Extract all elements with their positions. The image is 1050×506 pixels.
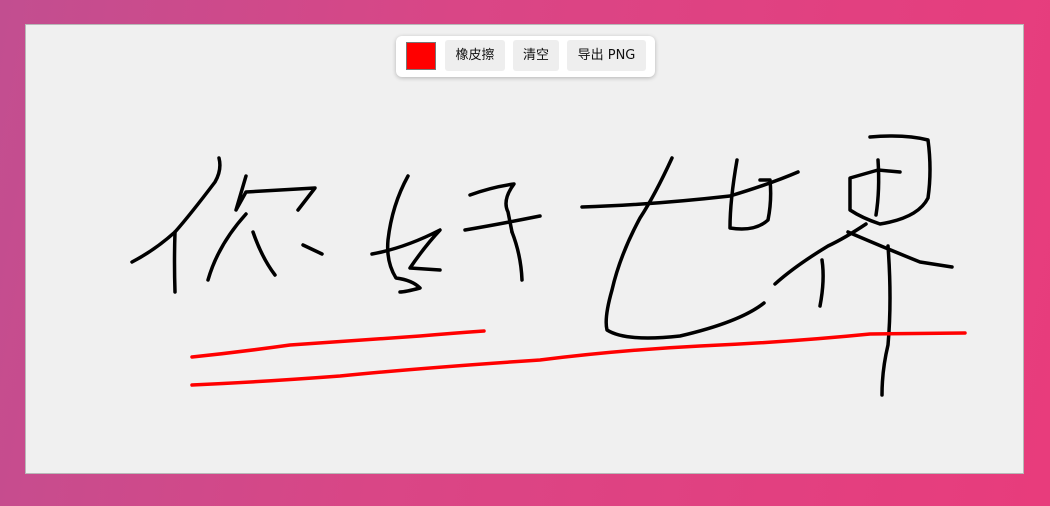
red-underline-strokes <box>190 329 967 387</box>
ink-stroke <box>848 134 932 226</box>
ink-stroke <box>301 243 324 256</box>
ink-stroke <box>234 174 317 212</box>
toolbar: 橡皮擦 清空 导出 PNG <box>396 36 655 77</box>
handwriting-strokes <box>130 134 954 397</box>
ink-stroke <box>190 329 486 359</box>
ink-stroke <box>846 230 954 269</box>
ink-stroke <box>580 170 800 209</box>
clear-button[interactable]: 清空 <box>513 40 559 71</box>
ink-stroke <box>818 258 825 308</box>
ink-stroke <box>370 228 442 272</box>
eraser-button[interactable]: 橡皮擦 <box>445 40 505 71</box>
ink-stroke <box>510 230 524 282</box>
color-picker[interactable] <box>406 42 436 70</box>
ink-stroke <box>385 174 422 294</box>
ink-stroke <box>880 244 892 397</box>
ink-stroke <box>190 331 967 387</box>
ink-stroke <box>172 230 177 294</box>
ink-stroke <box>604 156 766 340</box>
export-png-button[interactable]: 导出 PNG <box>567 40 646 71</box>
ink-stroke <box>251 230 277 277</box>
ink-stroke <box>874 158 881 217</box>
ink-stroke <box>206 212 248 282</box>
ink-stroke <box>463 214 542 232</box>
